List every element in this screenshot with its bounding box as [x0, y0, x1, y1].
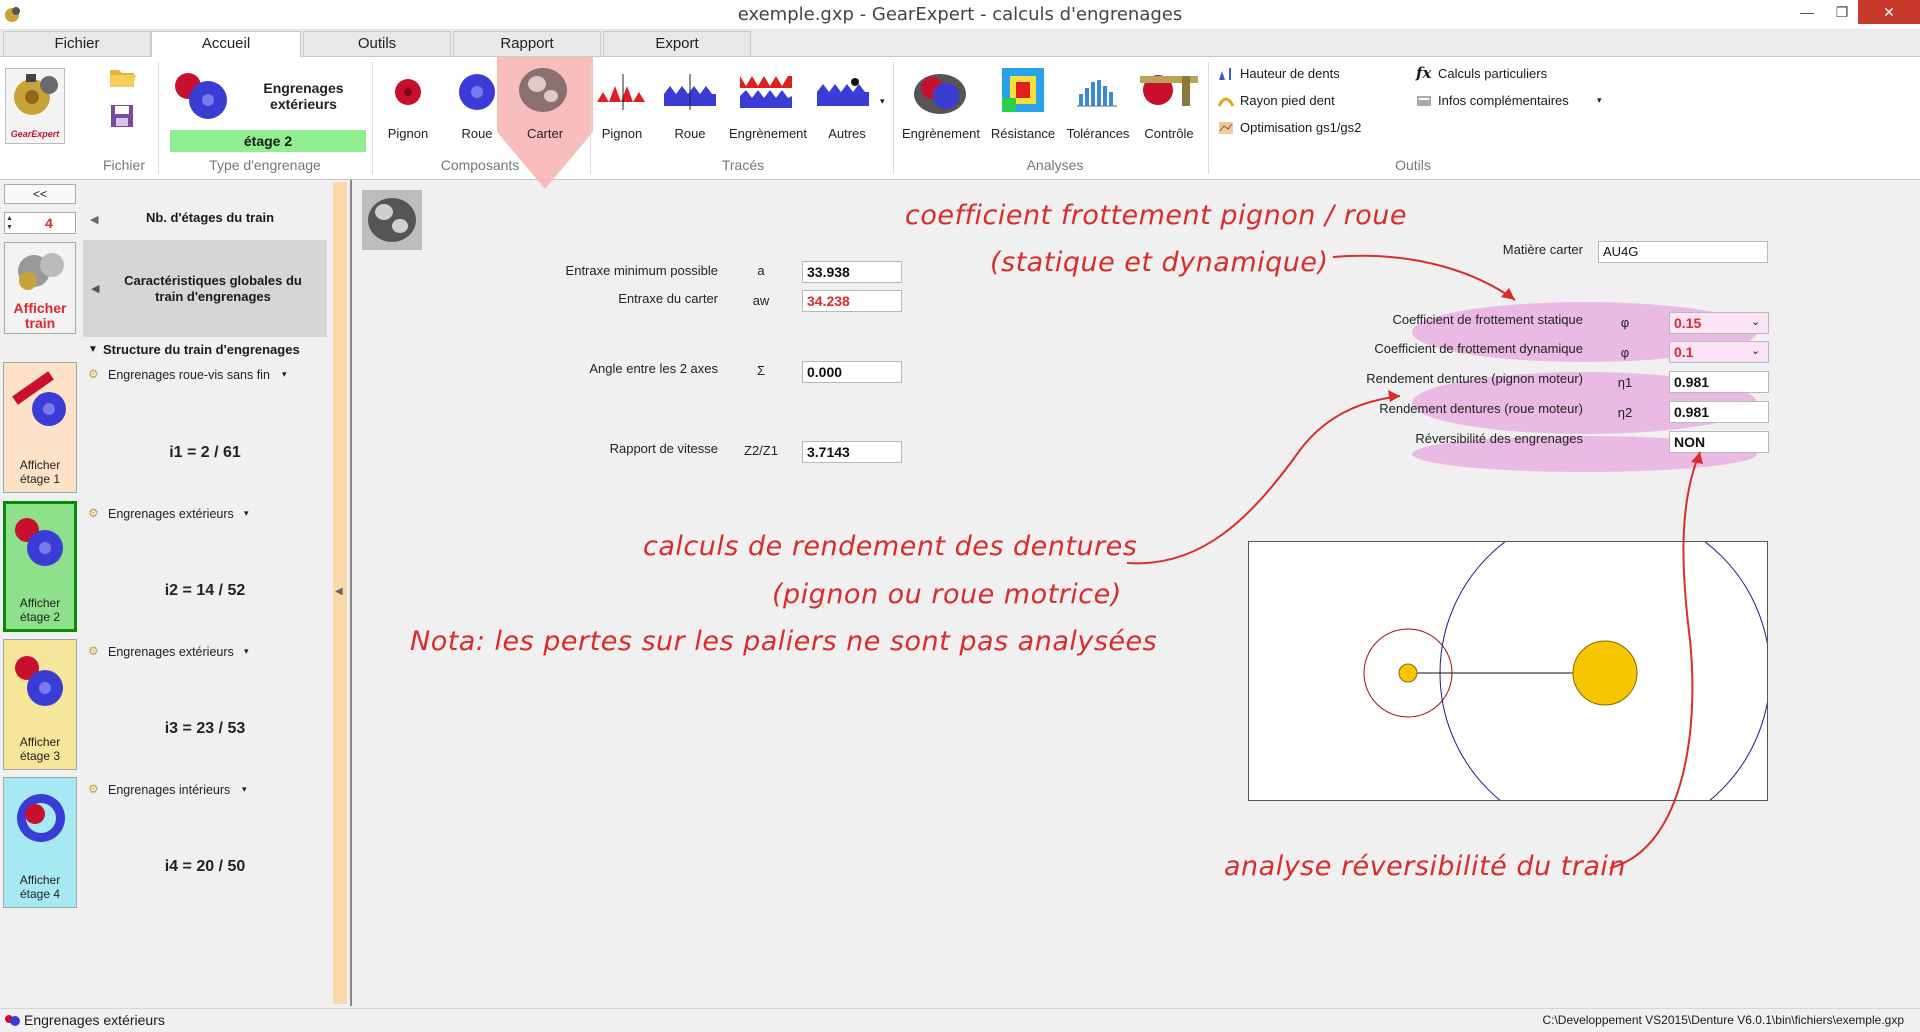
annotation-pignon-roue: (pignon ou roue motrice) — [772, 579, 1122, 610]
annotation-coefficient: coefficient frottement pignon / roue — [905, 200, 1407, 231]
annotation-rendement: calculs de rendement des dentures — [643, 531, 1138, 562]
annotation-arrows — [1126, 254, 1703, 869]
annotation-nota: Nota: les pertes sur les paliers ne sont… — [410, 626, 1158, 657]
status-left: Engrenages extérieurs — [24, 1012, 165, 1028]
annotation-statique-dynamique: (statique et dynamique) — [990, 247, 1329, 278]
status-gear-icon — [4, 1013, 20, 1027]
annotation-reversibilite: analyse réversibilité du train — [1224, 851, 1627, 882]
status-right: C:\Developpement VS2015\Denture V6.0.1\b… — [1542, 1013, 1904, 1027]
